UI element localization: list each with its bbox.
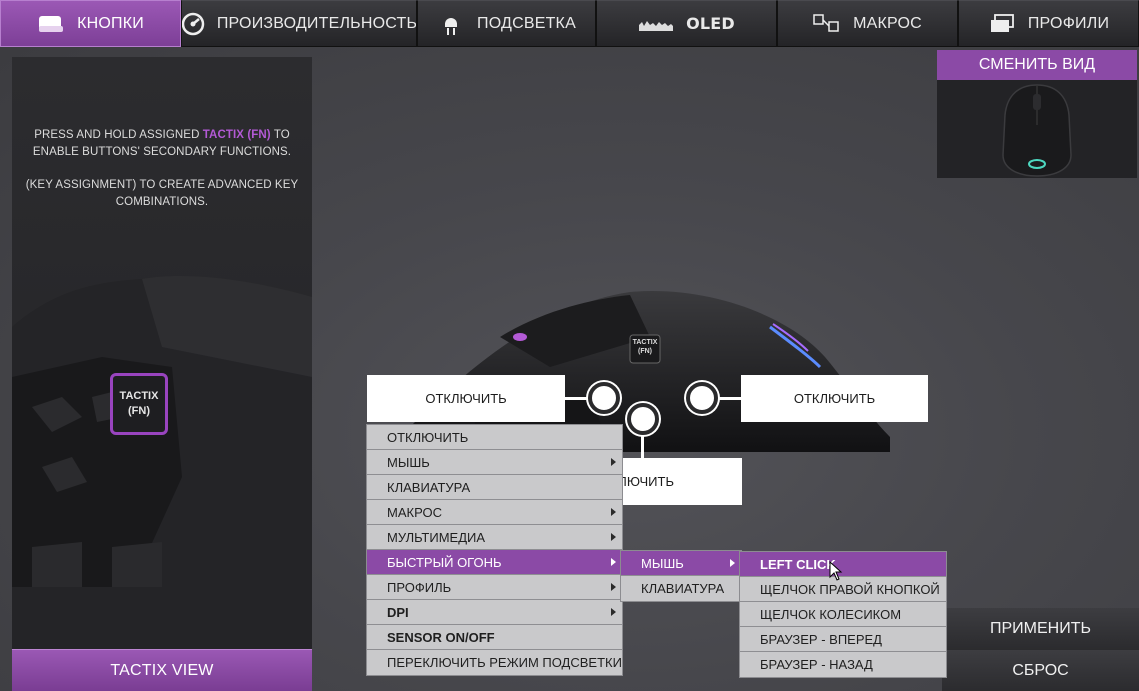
tactix-instructions: PRESS AND HOLD ASSIGNED TACTIX (FN) TO E…: [12, 127, 312, 211]
instruction-text: TO: [270, 129, 290, 141]
instruction-text: (KEY ASSIGNMENT) TO CREATE ADVANCED KEY …: [25, 179, 299, 208]
assignment-menu-item[interactable]: ОТКЛЮЧИТЬ: [367, 425, 622, 450]
submenu-arrow-icon: [611, 583, 616, 591]
submenu-arrow-icon: [611, 558, 616, 566]
tab-label: ПОДСВЕТКА: [477, 14, 576, 32]
assignment-menu-item[interactable]: БЫСТРЫЙ ОГОНЬ: [367, 550, 622, 575]
menu-item-label: SENSOR ON/OFF: [387, 629, 495, 645]
tab-label: ПРОИЗВОДИТЕЛЬНОСТЬ: [216, 14, 417, 32]
menu-item-label: ЩЕЛЧОК ПРАВОЙ КНОПКОЙ: [760, 581, 940, 597]
menu-item-label: МАКРОС: [387, 504, 442, 520]
callout-right[interactable]: ОТКЛЮЧИТЬ: [741, 375, 928, 422]
mouse-action-submenu-item[interactable]: БРАУЗЕР - ВПЕРЕД: [740, 627, 946, 652]
callout-connector: [565, 397, 589, 400]
assignment-menu-item[interactable]: МУЛЬТИМЕДИА: [367, 525, 622, 550]
button-node-right[interactable]: [686, 382, 718, 414]
mouse-cursor-icon: [829, 561, 843, 581]
submenu-arrow-icon: [611, 608, 616, 616]
mouse-action-submenu-item[interactable]: ЩЕЛЧОК ПРАВОЙ КНОПКОЙ: [740, 577, 946, 602]
instruction-text: ENABLE BUTTONS' SECONDARY FUNCTIONS.: [32, 146, 292, 158]
menu-item-label: МЫШЬ: [387, 454, 430, 470]
button-node-left[interactable]: [588, 382, 620, 414]
tab-oled[interactable]: OLED: [596, 0, 777, 47]
rapid-fire-submenu-item[interactable]: МЫШЬ: [621, 551, 741, 576]
badge-line: (FN): [638, 348, 652, 355]
rapid-fire-submenu: МЫШЬ КЛАВИАТУРА: [620, 550, 742, 602]
reset-button[interactable]: СБРОС: [942, 650, 1139, 691]
submenu-arrow-icon: [611, 533, 616, 541]
tab-label: КНОПКИ: [77, 14, 144, 32]
menu-item-label: МУЛЬТИМЕДИА: [387, 529, 486, 545]
button-node-bottom[interactable]: [627, 403, 659, 435]
assignment-menu: ОТКЛЮЧИТЬ МЫШЬ КЛАВИАТУРА МАКРОС МУЛЬТИМЕДИА…: [366, 424, 623, 676]
menu-item-label: БРАУЗЕР - ВПЕРЕД: [760, 631, 882, 647]
apply-button[interactable]: ПРИМЕНИТЬ: [942, 608, 1139, 650]
menu-item-label: ПРОФИЛЬ: [387, 579, 452, 595]
menu-item-label: БЫСТРЫЙ ОГОНЬ: [387, 554, 502, 570]
callout-left[interactable]: ОТКЛЮЧИТЬ: [367, 375, 565, 422]
oled-icon: [638, 12, 674, 36]
led-icon: [437, 12, 465, 36]
tab-performance[interactable]: ПРОИЗВОДИТЕЛЬНОСТЬ: [181, 0, 417, 47]
assignment-menu-item[interactable]: ПРОФИЛЬ: [367, 575, 622, 600]
top-tab-bar: КНОПКИ ПРОИЗВОДИТЕЛЬНОСТЬ ПОДСВЕТКА OLED…: [0, 0, 1139, 47]
tactix-mouse-closeup: [12, 276, 312, 657]
menu-item-label: БРАУЗЕР - НАЗАД: [760, 657, 873, 672]
rapid-fire-submenu-item[interactable]: КЛАВИАТУРА: [621, 576, 741, 601]
tab-lighting[interactable]: ПОДСВЕТКА: [417, 0, 596, 47]
menu-item-label: DPI: [387, 604, 409, 620]
badge-line: TACTIX: [632, 339, 658, 346]
assignment-menu-item[interactable]: SENSOR ON/OFF: [367, 625, 622, 650]
assignment-menu-item[interactable]: ПЕРЕКЛЮЧИТЬ РЕЖИМ ПОДСВЕТКИ: [367, 650, 622, 675]
mouse-action-submenu: LEFT CLICK ЩЕЛЧОК ПРАВОЙ КНОПКОЙ ЩЕЛЧОК КО…: [739, 551, 947, 678]
menu-item-label: МЫШЬ: [641, 555, 684, 571]
assignment-menu-item[interactable]: МАКРОС: [367, 500, 622, 525]
mouse-action-submenu-item[interactable]: БРАУЗЕР - НАЗАД: [740, 652, 946, 677]
submenu-arrow-icon: [611, 508, 616, 516]
tactix-fn-button[interactable]: TACTIX (FN): [110, 373, 168, 435]
profiles-icon: [988, 12, 1016, 36]
center-tactix-badge[interactable]: TACTIX (FN): [630, 338, 660, 356]
assignment-menu-item[interactable]: DPI: [367, 600, 622, 625]
mouse-thumbnail[interactable]: [937, 80, 1137, 178]
tactix-fn-label: TACTIX: [119, 390, 159, 402]
menu-item-label: ОТКЛЮЧИТЬ: [387, 429, 469, 445]
instruction-highlight: TACTIX (FN): [202, 129, 271, 141]
mouse-action-submenu-item[interactable]: LEFT CLICK: [740, 552, 946, 577]
tab-profiles[interactable]: ПРОФИЛИ: [958, 0, 1139, 47]
tactix-fn-label: (FN): [128, 405, 150, 417]
tactix-preview-panel: PRESS AND HOLD ASSIGNED TACTIX (FN) TO E…: [12, 57, 312, 691]
menu-item-label: LEFT CLICK: [760, 556, 836, 572]
menu-item-label: ПЕРЕКЛЮЧИТЬ РЕЖИМ ПОДСВЕТКИ: [387, 655, 622, 670]
tab-buttons[interactable]: КНОПКИ: [0, 0, 181, 47]
submenu-arrow-icon: [730, 559, 735, 567]
menu-item-label: КЛАВИАТУРА: [387, 479, 471, 495]
tab-label: МАКРОС: [853, 14, 922, 32]
callout-connector: [641, 433, 644, 458]
keyboard-icon: [37, 12, 65, 36]
tab-label: OLED: [686, 14, 735, 33]
mouse-action-submenu-item[interactable]: ЩЕЛЧОК КОЛЕСИКОМ: [740, 602, 946, 627]
switch-view-panel: СМЕНИТЬ ВИД: [937, 50, 1137, 178]
menu-item-label: ЩЕЛЧОК КОЛЕСИКОМ: [760, 606, 902, 622]
tactix-view-button[interactable]: TACTIX VIEW: [12, 649, 312, 691]
assignment-menu-item[interactable]: МЫШЬ: [367, 450, 622, 475]
callout-connector: [716, 397, 741, 400]
macro-icon: [813, 12, 841, 36]
instruction-text: PRESS AND HOLD ASSIGNED: [34, 129, 203, 141]
switch-view-button[interactable]: СМЕНИТЬ ВИД: [937, 50, 1137, 80]
tab-label: ПРОФИЛИ: [1027, 14, 1110, 32]
callout-bottom[interactable]: ОТКЛЮЧИТЬ: [614, 458, 742, 505]
tab-macro[interactable]: МАКРОС: [777, 0, 958, 47]
submenu-arrow-icon: [611, 458, 616, 466]
gauge-icon: [182, 12, 205, 36]
assignment-menu-item[interactable]: КЛАВИАТУРА: [367, 475, 622, 500]
menu-item-label: КЛАВИАТУРА: [641, 581, 725, 596]
